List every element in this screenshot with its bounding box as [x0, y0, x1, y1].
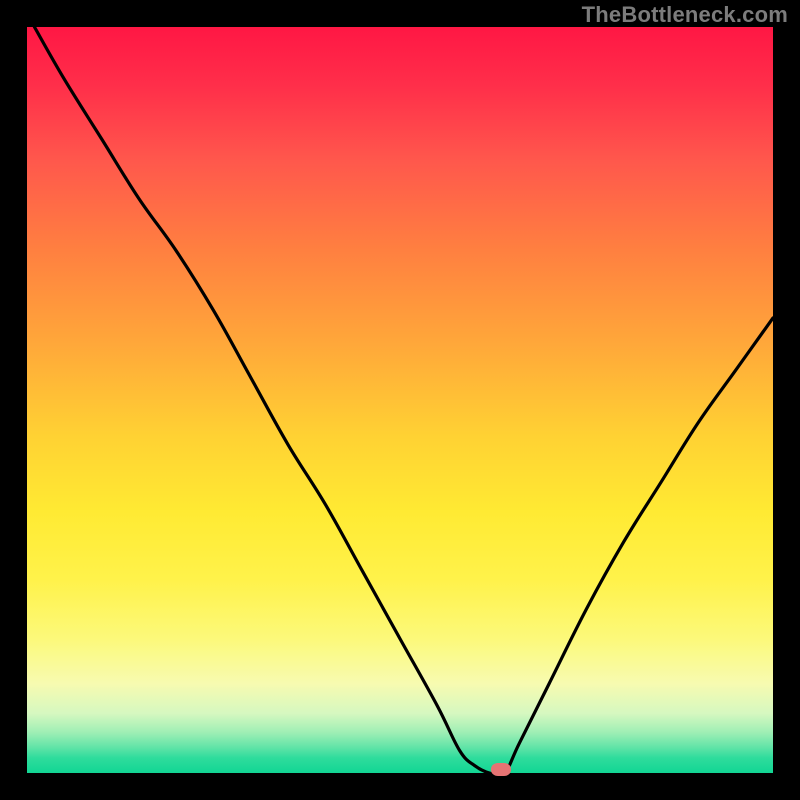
chart-frame: TheBottleneck.com [0, 0, 800, 800]
bottleneck-curve [27, 27, 773, 773]
optimal-point-marker [491, 763, 511, 776]
watermark-text: TheBottleneck.com [582, 2, 788, 28]
plot-area [27, 27, 773, 773]
